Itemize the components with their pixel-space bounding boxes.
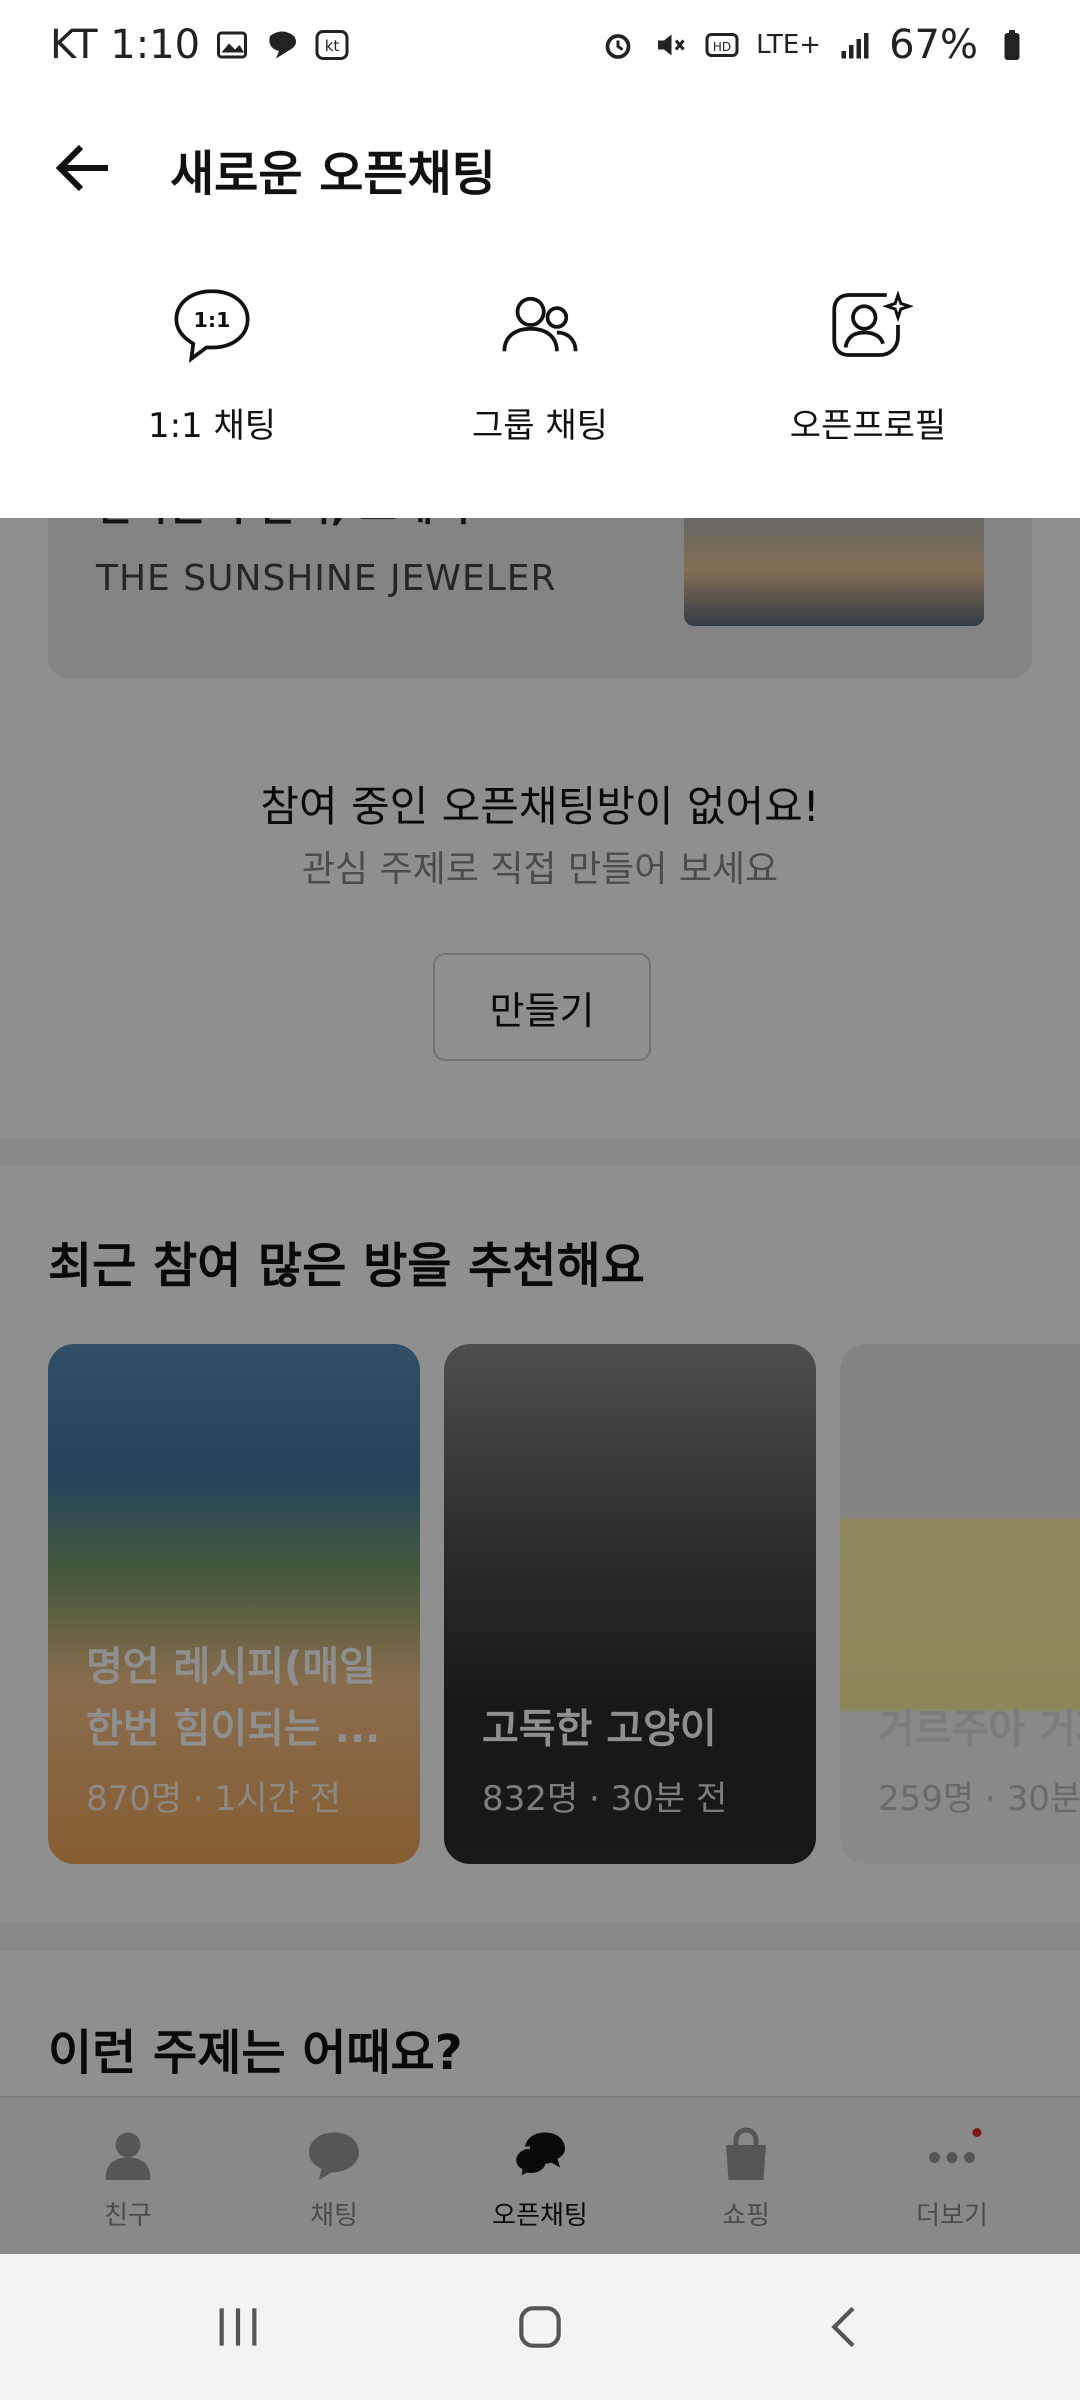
status-left: KT 1:10 kt	[50, 22, 350, 68]
page-title: 새로운 오픈채팅	[170, 146, 496, 202]
home-icon[interactable]	[512, 2299, 568, 2355]
open-profile-icon	[832, 290, 913, 357]
image-icon	[217, 31, 248, 59]
kt-icon: kt	[315, 30, 349, 60]
option-group-chat[interactable]: 그룹 채팅	[390, 280, 690, 480]
battery-icon	[1004, 30, 1020, 60]
alarm-icon	[605, 34, 631, 59]
option-one-on-one-chat[interactable]: 1:1 1:1 채팅	[62, 280, 362, 480]
nav-back-icon[interactable]	[818, 2299, 874, 2355]
one-on-one-chat-icon: 1:1	[174, 289, 250, 363]
svg-text:kt: kt	[325, 37, 340, 55]
mute-icon	[658, 34, 685, 56]
option-label: 1:1 채팅	[147, 406, 277, 446]
dim-overlay[interactable]	[0, 518, 1080, 2254]
talk-icon	[269, 31, 297, 59]
one-on-one-badge: 1:1	[194, 308, 231, 332]
option-label: 오픈프로필	[789, 406, 947, 446]
option-open-profile[interactable]: 오픈프로필	[718, 280, 1018, 480]
battery-percent: 67%	[889, 22, 978, 68]
signal-icon	[841, 33, 869, 59]
chat-type-sheet: 1:1 1:1 채팅 그룹 채팅 오픈프로필	[0, 230, 1080, 518]
back-arrow-icon[interactable]	[48, 132, 120, 204]
recent-apps-icon[interactable]	[210, 2299, 266, 2355]
option-label: 그룹 채팅	[472, 406, 608, 446]
status-right: HD LTE+ 67%	[600, 22, 1030, 68]
hd-icon: HD	[705, 33, 739, 57]
carrier-time: KT 1:10	[50, 22, 201, 68]
system-nav-bar	[0, 2254, 1080, 2400]
network-type: LTE+	[756, 30, 822, 60]
header: 새로운 오픈채팅	[0, 100, 1080, 230]
svg-text:HD: HD	[713, 40, 731, 54]
group-icon	[502, 296, 578, 352]
status-bar: KT 1:10 kt HD LTE+ 67%	[0, 0, 1080, 100]
